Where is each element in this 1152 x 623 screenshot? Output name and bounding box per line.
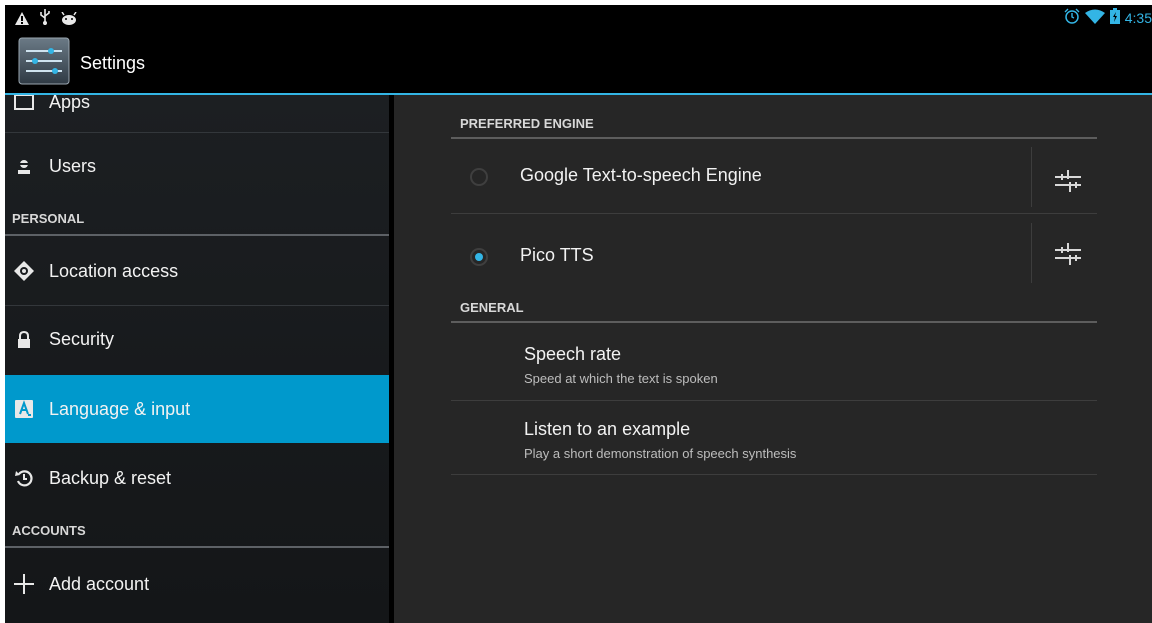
sidebar-item-backup-reset[interactable]: Backup & reset: [5, 444, 389, 512]
sidebar-item-label: Add account: [49, 573, 150, 594]
sidebar-item-users[interactable]: Users: [5, 133, 389, 200]
pref-listen-example[interactable]: Listen to an example Play a short demons…: [394, 401, 1097, 473]
status-bar: 4:35: [5, 5, 1152, 31]
settings-sliders-icon[interactable]: [18, 37, 70, 85]
sidebar-item-apps[interactable]: Apps: [5, 95, 389, 127]
engine-label: Pico TTS: [520, 245, 594, 265]
engine-settings-icon[interactable]: [1055, 243, 1081, 265]
sidebar-item-label: Users: [49, 156, 97, 176]
alarm-icon: [1064, 8, 1080, 28]
sidebar-item-security[interactable]: Security: [5, 306, 389, 373]
pref-title: Speech rate: [524, 344, 622, 364]
pref-title: Listen to an example: [524, 419, 691, 439]
android-screen: 4:35 Settings Apps Users PERSONAL Locati…: [5, 5, 1152, 623]
backup-icon: [14, 468, 34, 488]
sidebar-item-label: Security: [49, 329, 115, 349]
apps-icon: [14, 95, 34, 112]
android-debug-icon: [61, 10, 77, 29]
wifi-icon: [1084, 9, 1105, 28]
section-header-accounts: ACCOUNTS: [12, 523, 86, 538]
user-icon: [14, 157, 34, 177]
pref-speech-rate[interactable]: Speech rate Speed at which the text is s…: [394, 324, 1097, 400]
divider: [1031, 223, 1032, 283]
sidebar-item-language-input[interactable]: Language & input: [5, 375, 389, 443]
sidebar-item-label: Language & input: [49, 398, 191, 419]
divider: [451, 137, 1097, 139]
sidebar-item-label: Backup & reset: [49, 467, 172, 488]
section-header-preferred-engine: PREFERRED ENGINE: [460, 116, 594, 131]
action-bar: Settings: [5, 31, 1152, 95]
engine-settings-icon[interactable]: [1055, 170, 1081, 192]
sidebar-item-label: Apps: [49, 95, 91, 112]
engine-row-pico[interactable]: Pico TTS: [451, 214, 1031, 288]
sidebar-item-label: Location access: [49, 260, 179, 281]
plus-icon: [14, 574, 34, 594]
divider: [1031, 147, 1032, 207]
divider: [451, 474, 1097, 475]
divider: [5, 234, 389, 236]
section-header-personal: PERSONAL: [12, 211, 85, 226]
location-icon: [14, 261, 34, 281]
tts-settings-panel: PREFERRED ENGINE Google Text-to-speech E…: [394, 95, 1152, 623]
sidebar-item-add-account[interactable]: Add account: [5, 550, 389, 618]
sidebar-item-location-access[interactable]: Location access: [5, 237, 389, 305]
engine-label: Google Text-to-speech Engine: [520, 165, 762, 185]
pref-summary: Speed at which the text is spoken: [524, 371, 718, 386]
lock-icon: [14, 330, 34, 350]
section-header-general: GENERAL: [460, 300, 524, 315]
engine-radio-pico[interactable]: [470, 248, 488, 266]
engine-radio-google[interactable]: [470, 168, 488, 186]
language-a-icon: [14, 399, 34, 419]
usb-icon: [39, 9, 51, 29]
divider: [451, 321, 1097, 323]
engine-row-google[interactable]: Google Text-to-speech Engine: [451, 140, 1031, 212]
battery-icon: [1109, 8, 1120, 28]
settings-sidebar[interactable]: Apps Users PERSONAL Location access Secu…: [5, 95, 389, 623]
pref-summary: Play a short demonstration of speech syn…: [524, 446, 797, 461]
app-title: Settings: [80, 53, 146, 73]
clock-time: 4:35: [1124, 10, 1152, 26]
divider: [5, 546, 389, 548]
warning-icon: [15, 10, 29, 29]
